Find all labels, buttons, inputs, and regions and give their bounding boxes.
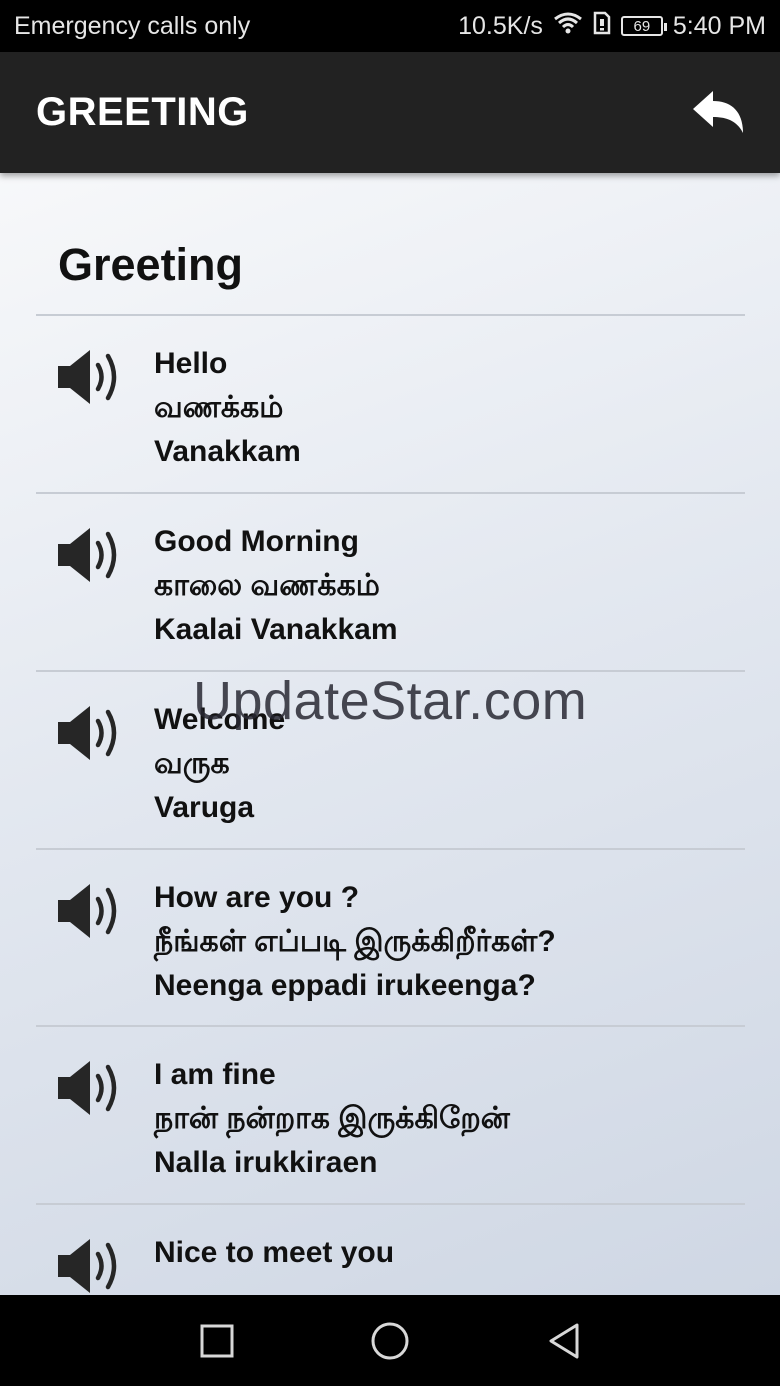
home-circle-icon (371, 1322, 409, 1359)
system-nav-bar (0, 1295, 780, 1386)
recents-square-icon (200, 1324, 234, 1357)
app-bar: GREETING (0, 52, 780, 173)
back-button[interactable] (690, 85, 746, 141)
phrase-text: Good Morning காலை வணக்கம் Kaalai Vanakka… (154, 520, 398, 652)
section-title: Greeting (58, 239, 244, 290)
watermark-text: UpdateStar.com (193, 671, 588, 731)
tamil-text: காலை வணக்கம் (154, 569, 380, 602)
status-indicators: 10.5K/s 69 5:40 PM (458, 11, 766, 42)
speaker-icon[interactable] (54, 700, 124, 766)
tamil-text: வணக்கம் (154, 391, 284, 424)
list-item[interactable]: Hello வணக்கம் Vanakkam (36, 316, 745, 493)
list-item[interactable]: I am fine நான் நன்றாக இருக்கிறேன் Nalla … (36, 1027, 745, 1204)
speaker-icon[interactable] (54, 344, 124, 410)
speaker-icon[interactable] (54, 878, 124, 944)
phrase-list-panel: Greeting Hello வணக்கம் Vanakkam Good Mor… (0, 173, 780, 1295)
back-nav-button[interactable] (542, 1319, 586, 1363)
list-item[interactable]: Good Morning காலை வணக்கம் Kaalai Vanakka… (36, 494, 745, 671)
back-triangle-icon (549, 1323, 579, 1358)
list-item[interactable]: How are you ? நீங்கள் எப்படி இருக்கிறீர்… (36, 850, 745, 1027)
tamil-text: நீங்கள் எப்படி இருக்கிறீர்கள்? (154, 925, 556, 958)
transliteration-text: Varuga (154, 791, 255, 824)
transliteration-text: Kaalai Vanakkam (154, 613, 398, 646)
english-text: How are you ? (154, 881, 360, 914)
battery-level: 69 (633, 17, 651, 35)
english-text: Good Morning (154, 525, 359, 558)
transliteration-text: Neenga eppadi irukeenga? (154, 969, 536, 1002)
recents-button[interactable] (195, 1319, 239, 1363)
english-text: Hello (154, 347, 228, 380)
wifi-icon (553, 11, 583, 42)
clock: 5:40 PM (672, 11, 766, 40)
phrase-text: Hello வணக்கம் Vanakkam (154, 342, 301, 474)
page-title: GREETING (36, 90, 249, 134)
tamil-text: நான் நன்றாக இருக்கிறேன் (154, 1102, 510, 1135)
status-bar: Emergency calls only 10.5K/s 69 5:40 PM (0, 0, 780, 52)
tamil-text: வருக (154, 747, 230, 780)
phrase-text: Nice to meet you (154, 1231, 394, 1275)
transliteration-text: Nalla irukkiraen (154, 1146, 378, 1179)
phrase-text: How are you ? நீங்கள் எப்படி இருக்கிறீர்… (154, 876, 556, 1008)
list-item[interactable]: Nice to meet you (36, 1205, 745, 1295)
phrase-text: I am fine நான் நன்றாக இருக்கிறேன் Nalla … (154, 1053, 510, 1185)
battery-icon: 69 (620, 16, 667, 36)
transliteration-text: Vanakkam (154, 435, 301, 468)
speaker-icon[interactable] (54, 1055, 124, 1121)
speaker-icon[interactable] (54, 1233, 124, 1295)
home-button[interactable] (368, 1319, 412, 1363)
sim-icon (593, 11, 611, 42)
carrier-text: Emergency calls only (14, 11, 251, 40)
speaker-icon[interactable] (54, 522, 124, 588)
reply-back-icon (693, 90, 743, 133)
net-speed: 10.5K/s (458, 11, 543, 40)
english-text: Nice to meet you (154, 1236, 395, 1269)
english-text: I am fine (154, 1058, 276, 1091)
